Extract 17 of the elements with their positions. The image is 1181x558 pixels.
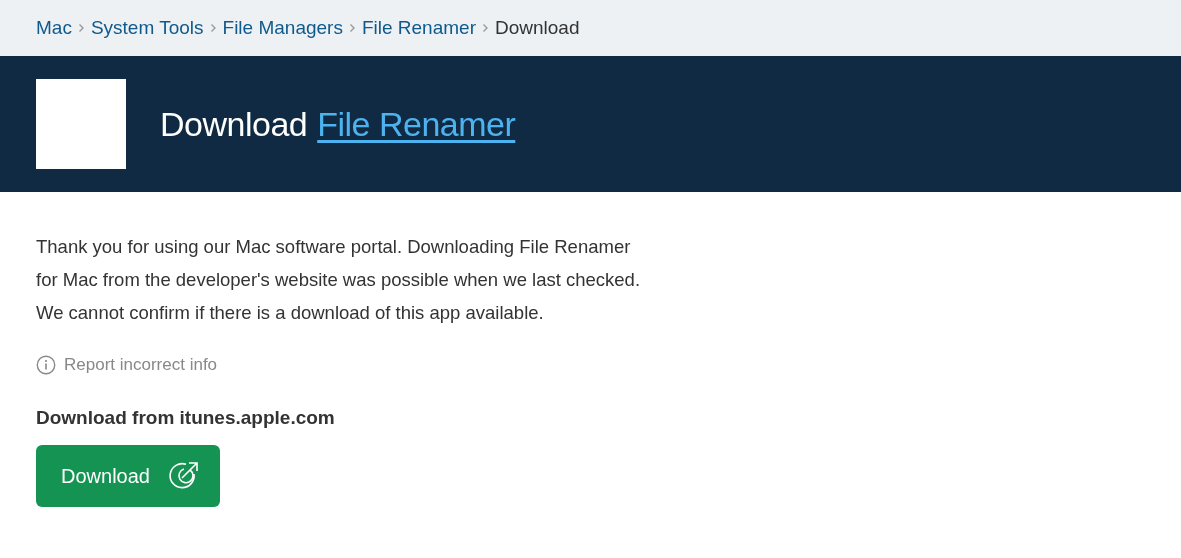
chevron-icon [77, 23, 85, 33]
app-icon [36, 79, 126, 169]
header-title: Download [160, 104, 308, 144]
breadcrumb-link[interactable]: System Tools [90, 17, 204, 39]
info-icon [36, 355, 56, 375]
intro-paragraph: Thank you for using our Mac software portal. Downloading File Renamer for Mac from the developer's website was possible when we last checked. We cannot confirm if there is a download of this app available. [36, 235, 642, 325]
breadcrumb-link[interactable]: File Managers [222, 17, 343, 39]
report-link[interactable]: Report incorrect info [64, 355, 218, 375]
breadcrumb-link[interactable]: File Renamer [361, 17, 476, 39]
current-page-label: Download [495, 17, 580, 39]
chevron-icon [348, 23, 356, 33]
breadcrumb-link[interactable]: Mac [36, 17, 72, 39]
chevron-icon [482, 23, 489, 33]
download-button[interactable]: Download [36, 445, 220, 507]
source-heading: Download from itunes.apple.com [36, 407, 336, 429]
app-link[interactable]: File Renamer [317, 104, 516, 144]
chevron-icon [209, 23, 217, 33]
